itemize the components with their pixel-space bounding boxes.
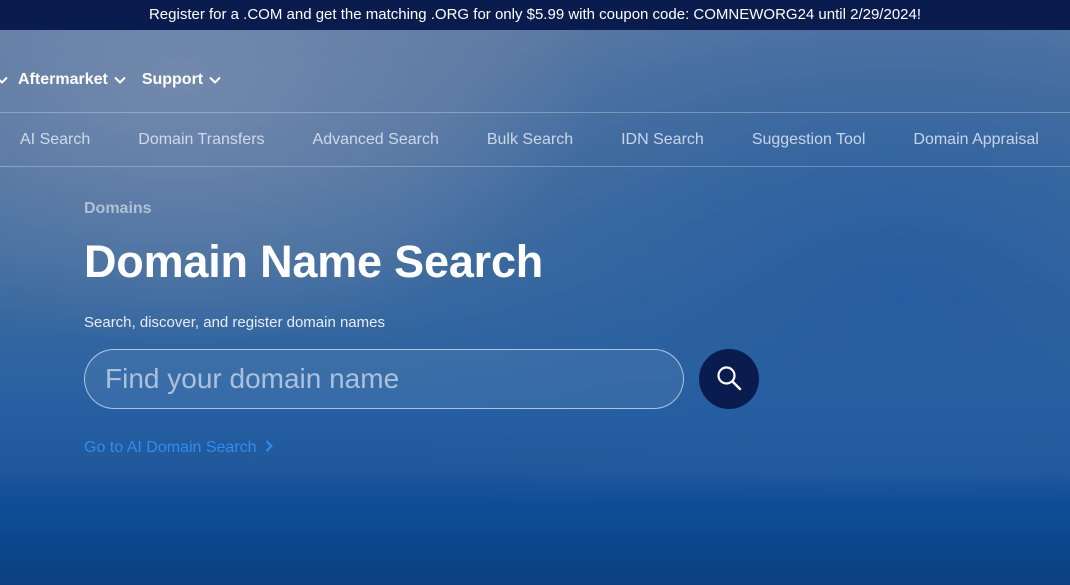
- search-button[interactable]: [699, 349, 759, 409]
- nav-item-label: Aftermarket: [18, 71, 108, 88]
- search-icon: [716, 365, 742, 394]
- nav-item-aftermarket[interactable]: Aftermarket: [18, 71, 126, 89]
- chevron-down-icon[interactable]: [0, 71, 8, 89]
- subnav-suggestion-tool[interactable]: Suggestion Tool: [752, 131, 866, 149]
- ai-domain-search-link[interactable]: Go to AI Domain Search: [84, 439, 759, 457]
- hero-content: Domains Domain Name Search Search, disco…: [84, 200, 759, 457]
- subnav-ai-search[interactable]: AI Search: [20, 131, 90, 149]
- ai-link-label: Go to AI Domain Search: [84, 439, 257, 456]
- subnav-idn-search[interactable]: IDN Search: [621, 131, 704, 149]
- subnav-advanced-search[interactable]: Advanced Search: [313, 131, 439, 149]
- promo-banner-text: Register for a .COM and get the matching…: [148, 6, 922, 23]
- promo-banner: Register for a .COM and get the matching…: [0, 0, 1070, 30]
- subnav-divider: [0, 166, 1070, 167]
- page-title: Domain Name Search: [84, 236, 544, 287]
- hero-background-bottom: [0, 470, 1070, 585]
- page-subtitle: Search, discover, and register domain na…: [84, 314, 385, 331]
- subnav-domain-appraisal[interactable]: Domain Appraisal: [913, 131, 1038, 149]
- chevron-right-icon: [265, 439, 273, 457]
- breadcrumb[interactable]: Domains: [84, 200, 759, 218]
- subnav-bulk-search[interactable]: Bulk Search: [487, 131, 573, 149]
- search-form: [84, 349, 759, 409]
- nav-item-support[interactable]: Support: [142, 71, 221, 89]
- chevron-down-icon: [209, 71, 221, 89]
- domain-search-input[interactable]: [84, 349, 684, 409]
- subnav-domain-transfers[interactable]: Domain Transfers: [138, 131, 264, 149]
- top-navigation: Aftermarket Support: [0, 66, 237, 94]
- domain-sub-navigation: AI Search Domain Transfers Advanced Sear…: [0, 113, 1067, 166]
- chevron-down-icon: [114, 71, 126, 89]
- nav-item-label: Support: [141, 71, 204, 88]
